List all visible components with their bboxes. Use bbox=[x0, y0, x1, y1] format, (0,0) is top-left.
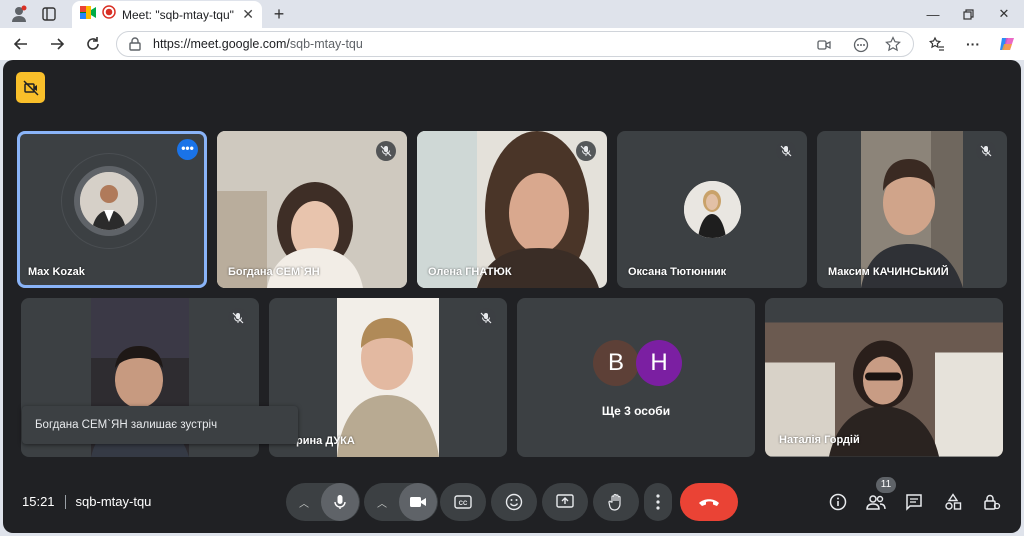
mic-control-group: ︿ bbox=[286, 483, 360, 521]
hand-icon bbox=[608, 493, 621, 511]
restore-icon[interactable] bbox=[951, 0, 985, 28]
recording-icon bbox=[102, 5, 116, 24]
people-icon[interactable] bbox=[863, 489, 889, 515]
camera-options-chevron-icon[interactable]: ︿ bbox=[365, 483, 399, 521]
participant-tile-max-kozak[interactable]: ••• Max Kozak bbox=[17, 131, 207, 288]
minimize-icon[interactable]: — bbox=[916, 0, 950, 28]
video-feed bbox=[337, 298, 439, 457]
participant-tile-oksana[interactable]: Оксана Тютюнник bbox=[617, 131, 807, 288]
muted-mic-icon bbox=[376, 141, 396, 161]
participant-name: Ірина ДУКА bbox=[293, 435, 355, 447]
hang-up-icon bbox=[699, 499, 719, 506]
camera-control-group: ︿ bbox=[364, 483, 438, 521]
participant-tile-olena[interactable]: Олена ГНАТЮК bbox=[417, 131, 607, 288]
more-options-button[interactable] bbox=[644, 483, 672, 521]
present-screen-button[interactable] bbox=[542, 483, 588, 521]
avatar-letter: B bbox=[593, 340, 639, 386]
activities-icon[interactable] bbox=[940, 489, 966, 515]
video-feed bbox=[861, 131, 963, 288]
more-participants-tile[interactable]: B H Ще 3 особи bbox=[517, 298, 755, 457]
muted-mic-icon bbox=[228, 308, 248, 328]
new-tab-icon[interactable]: + bbox=[262, 0, 296, 28]
mic-options-chevron-icon[interactable]: ︿ bbox=[287, 483, 321, 521]
more-participants-label: Ще 3 особи bbox=[601, 404, 671, 418]
avatar-letter: H bbox=[636, 340, 682, 386]
raise-hand-button[interactable] bbox=[593, 483, 639, 521]
tab-close-icon[interactable]: ✕ bbox=[242, 6, 254, 23]
meeting-details: 15:21 sqb-mtay-tqu bbox=[22, 494, 151, 509]
reactions-button[interactable] bbox=[491, 483, 537, 521]
participant-name: Олена ГНАТЮК bbox=[428, 266, 512, 278]
participant-tile-natalia[interactable]: Наталія Гордій bbox=[765, 298, 1003, 457]
muted-mic-icon bbox=[476, 308, 496, 328]
vertical-dots-icon bbox=[656, 494, 660, 510]
participant-name: Наталія Гордій bbox=[779, 434, 860, 446]
camera-icon bbox=[410, 497, 426, 507]
settings-more-icon[interactable]: ··· bbox=[960, 32, 986, 56]
forward-icon[interactable] bbox=[44, 32, 70, 56]
reload-icon[interactable] bbox=[80, 32, 106, 56]
emoji-icon bbox=[505, 493, 523, 511]
captions-icon: CC bbox=[454, 495, 472, 509]
copilot-icon[interactable] bbox=[994, 32, 1020, 56]
chat-icon[interactable] bbox=[901, 489, 927, 515]
leave-notification-toast: Богдана СЕМ`ЯН залишає зустріч bbox=[22, 406, 298, 444]
participant-name: Богдана СЕМ`ЯН bbox=[228, 266, 320, 278]
address-bar[interactable]: https://meet.google.com/sqb-mtay-tqu bbox=[116, 31, 914, 57]
meeting-info-icon[interactable] bbox=[825, 489, 851, 515]
favorites-bar-icon[interactable] bbox=[924, 32, 950, 56]
svg-text:CC: CC bbox=[459, 501, 468, 507]
tab-title: Meet: "sqb-mtay-tqu" bbox=[122, 7, 234, 22]
participant-name: Оксана Тютюнник bbox=[628, 266, 727, 278]
meet-logo-icon bbox=[80, 5, 96, 24]
host-controls-lock-icon[interactable] bbox=[979, 489, 1005, 515]
window-close-icon[interactable]: ✕ bbox=[987, 0, 1021, 28]
mic-icon bbox=[334, 495, 346, 509]
reading-mode-icon[interactable] bbox=[853, 37, 869, 58]
url-text: https://meet.google.com/sqb-mtay-tqu bbox=[153, 37, 363, 51]
meeting-time: 15:21 bbox=[22, 494, 55, 509]
leave-call-button[interactable] bbox=[680, 483, 738, 521]
favorite-star-icon[interactable] bbox=[885, 36, 901, 57]
avatar bbox=[684, 181, 741, 238]
muted-mic-icon bbox=[576, 141, 596, 161]
camera-button[interactable] bbox=[399, 483, 437, 521]
meeting-code: sqb-mtay-tqu bbox=[75, 494, 152, 509]
more-options-icon[interactable]: ••• bbox=[177, 139, 198, 160]
participant-name: Max Kozak bbox=[28, 266, 85, 278]
camera-in-use-icon[interactable] bbox=[817, 38, 831, 56]
participant-tile-maksym[interactable]: Максим КАЧИНСЬКИЙ bbox=[817, 131, 1007, 288]
tab-actions-icon[interactable] bbox=[32, 0, 66, 28]
host-controls-icon[interactable] bbox=[16, 72, 45, 103]
muted-mic-icon bbox=[976, 141, 996, 161]
participant-tile-bohdana[interactable]: Богдана СЕМ`ЯН bbox=[217, 131, 407, 288]
mic-button[interactable] bbox=[321, 483, 359, 521]
present-icon bbox=[556, 494, 574, 508]
avatar bbox=[80, 172, 138, 230]
separator bbox=[64, 494, 66, 509]
browser-tab-strip: Meet: "sqb-mtay-tqu" ✕ + — ✕ bbox=[0, 0, 1024, 28]
browser-tab-meet[interactable]: Meet: "sqb-mtay-tqu" ✕ bbox=[72, 1, 262, 28]
participant-name: Максим КАЧИНСЬКИЙ bbox=[828, 266, 949, 278]
back-icon[interactable] bbox=[8, 32, 34, 56]
participant-tile-iryna[interactable]: Ірина ДУКА bbox=[269, 298, 507, 457]
browser-toolbar: https://meet.google.com/sqb-mtay-tqu ··· bbox=[0, 28, 1024, 60]
meet-app: ••• Max Kozak Богдана СЕМ`ЯН Олена ГНАТЮ… bbox=[3, 60, 1021, 533]
muted-mic-icon bbox=[776, 141, 796, 161]
profile-icon[interactable] bbox=[2, 0, 36, 28]
site-info-icon[interactable] bbox=[127, 37, 143, 56]
captions-button[interactable]: CC bbox=[440, 483, 486, 521]
